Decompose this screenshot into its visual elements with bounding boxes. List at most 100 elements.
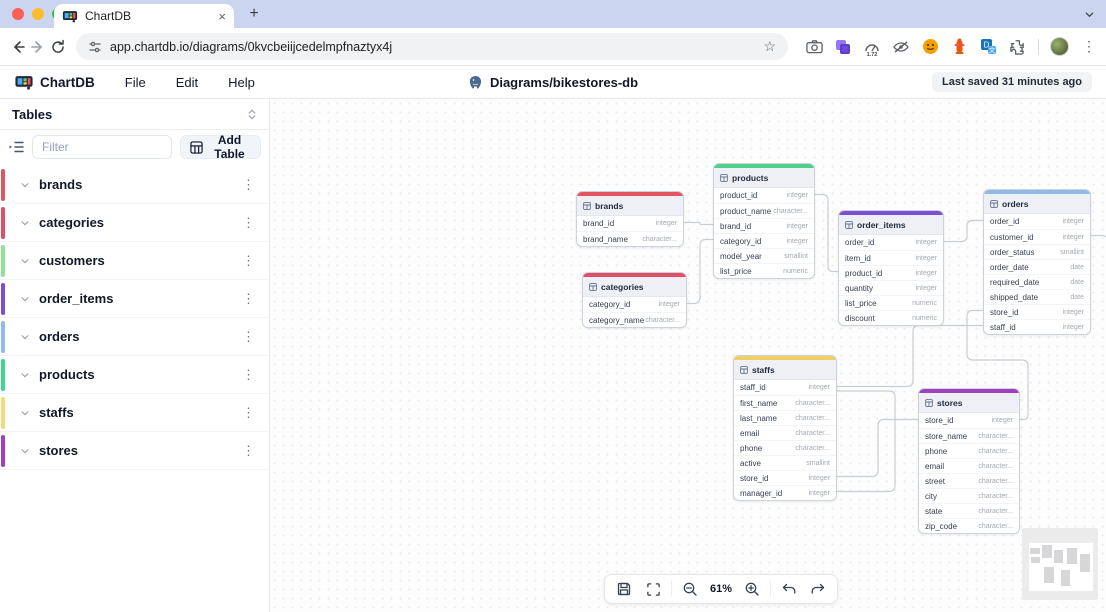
field-row[interactable]: emailcharacter... bbox=[734, 425, 836, 440]
field-row[interactable]: brand_idinteger bbox=[714, 218, 814, 233]
sidebar-item-stores[interactable]: stores⋮ bbox=[0, 432, 269, 470]
field-row[interactable]: order_idinteger bbox=[984, 214, 1090, 229]
sidebar-item-brands[interactable]: brands⋮ bbox=[0, 166, 269, 204]
diagram-title[interactable]: Diagrams/bikestores-db bbox=[468, 75, 638, 90]
chevron-down-icon[interactable] bbox=[20, 408, 30, 418]
fit-view-button[interactable] bbox=[642, 578, 664, 600]
sidebar-item-categories[interactable]: categories⋮ bbox=[0, 204, 269, 242]
field-row[interactable]: order_datedate bbox=[984, 259, 1090, 274]
field-row[interactable]: emailcharacter... bbox=[919, 458, 1019, 473]
field-row[interactable]: phonecharacter... bbox=[734, 440, 836, 455]
table-header[interactable]: staffs bbox=[734, 360, 836, 380]
field-row[interactable]: manager_idinteger bbox=[734, 485, 836, 500]
field-row[interactable]: discountnumeric bbox=[839, 310, 943, 325]
new-tab-button[interactable]: + bbox=[244, 4, 264, 24]
bookmark-star-icon[interactable]: ☆ bbox=[763, 38, 776, 55]
field-row[interactable]: list_pricenumeric bbox=[839, 295, 943, 310]
sidebar-item-staffs[interactable]: staffs⋮ bbox=[0, 394, 269, 432]
table-header[interactable]: order_items bbox=[839, 215, 943, 235]
chevron-down-icon[interactable] bbox=[20, 218, 30, 228]
browser-tab[interactable]: ChartDB × bbox=[54, 4, 234, 28]
save-button[interactable] bbox=[613, 578, 635, 600]
zoom-level[interactable]: 61% bbox=[708, 583, 734, 595]
sidebar-item-products[interactable]: products⋮ bbox=[0, 356, 269, 394]
extension-translate-icon[interactable]: D文 bbox=[978, 37, 998, 57]
field-row[interactable]: item_idinteger bbox=[839, 250, 943, 265]
table-header[interactable]: brands bbox=[577, 196, 683, 216]
chevron-down-icon[interactable] bbox=[20, 332, 30, 342]
field-row[interactable]: order_statussmallint bbox=[984, 244, 1090, 259]
table-header[interactable]: stores bbox=[919, 393, 1019, 413]
reload-button[interactable] bbox=[50, 35, 66, 59]
canvas[interactable]: brands brand_idinteger brand_namecharacter… bbox=[270, 99, 1106, 612]
field-row[interactable]: last_namecharacter... bbox=[734, 410, 836, 425]
field-row[interactable]: store_idinteger bbox=[984, 304, 1090, 319]
field-row[interactable]: statecharacter... bbox=[919, 503, 1019, 518]
field-row[interactable]: category_namecharacter... bbox=[583, 312, 686, 327]
url-text[interactable]: app.chartdb.io/diagrams/0kvcbeiijcedelmp… bbox=[110, 40, 755, 54]
table-header[interactable]: orders bbox=[984, 194, 1090, 214]
field-row[interactable]: list_pricenumeric bbox=[714, 263, 814, 278]
extension-hydrant-icon[interactable] bbox=[949, 37, 969, 57]
field-row[interactable]: required_datedate bbox=[984, 274, 1090, 289]
menu-file[interactable]: File bbox=[113, 71, 158, 94]
field-row[interactable]: store_idinteger bbox=[919, 413, 1019, 428]
forward-button[interactable] bbox=[30, 35, 46, 59]
minimap[interactable] bbox=[1022, 528, 1098, 600]
table-node-stores[interactable]: storesstore_idintegerstore_namecharacter… bbox=[918, 388, 1020, 534]
table-menu-icon[interactable]: ⋮ bbox=[238, 367, 259, 383]
table-node-products[interactable]: productsproduct_idintegerproduct_namecha… bbox=[713, 163, 815, 279]
profile-avatar[interactable] bbox=[1050, 37, 1069, 56]
field-row[interactable]: store_idinteger bbox=[734, 470, 836, 485]
table-menu-icon[interactable]: ⋮ bbox=[238, 215, 259, 231]
add-table-button[interactable]: Add Table bbox=[180, 135, 261, 159]
field-row[interactable]: store_namecharacter... bbox=[919, 428, 1019, 443]
browser-menu-icon[interactable]: ⋮ bbox=[1078, 38, 1100, 55]
menu-edit[interactable]: Edit bbox=[164, 71, 210, 94]
chevron-down-icon[interactable] bbox=[20, 256, 30, 266]
collapse-panel-icon[interactable] bbox=[247, 108, 257, 121]
field-row[interactable]: citycharacter... bbox=[919, 488, 1019, 503]
chartdb-brand[interactable]: ChartDB bbox=[14, 75, 95, 90]
tab-close-icon[interactable]: × bbox=[218, 10, 226, 23]
redo-button[interactable] bbox=[807, 578, 829, 600]
menu-help[interactable]: Help bbox=[216, 71, 267, 94]
extension-purple-stack-icon[interactable] bbox=[833, 37, 853, 57]
extensions-puzzle-icon[interactable] bbox=[1007, 37, 1027, 57]
sidebar-item-order_items[interactable]: order_items⋮ bbox=[0, 280, 269, 318]
field-row[interactable]: activesmallint bbox=[734, 455, 836, 470]
table-node-order_items[interactable]: order_itemsorder_idintegeritem_idinteger… bbox=[838, 210, 944, 326]
field-row[interactable]: product_namecharacter... bbox=[714, 203, 814, 218]
table-header[interactable]: categories bbox=[583, 277, 686, 297]
field-row[interactable]: shipped_datedate bbox=[984, 289, 1090, 304]
table-node-categories[interactable]: categoriescategory_idintegercategory_nam… bbox=[582, 272, 687, 328]
filter-input[interactable] bbox=[32, 135, 172, 159]
site-info-icon[interactable] bbox=[88, 40, 102, 54]
list-view-icon[interactable] bbox=[8, 140, 24, 154]
field-row[interactable]: phonecharacter... bbox=[919, 443, 1019, 458]
table-header[interactable]: products bbox=[714, 168, 814, 188]
table-menu-icon[interactable]: ⋮ bbox=[238, 177, 259, 193]
zoom-in-button[interactable] bbox=[741, 578, 763, 600]
extension-gauge-icon[interactable]: 1.72 bbox=[862, 37, 882, 57]
table-menu-icon[interactable]: ⋮ bbox=[238, 443, 259, 459]
table-node-brands[interactable]: brandsbrand_idintegerbrand_namecharacter… bbox=[576, 191, 684, 247]
tab-list-chevron-icon[interactable] bbox=[1080, 5, 1098, 23]
field-row[interactable]: staff_idinteger bbox=[984, 319, 1090, 334]
chevron-down-icon[interactable] bbox=[20, 294, 30, 304]
url-bar[interactable]: app.chartdb.io/diagrams/0kvcbeiijcedelmp… bbox=[76, 33, 788, 60]
back-button[interactable] bbox=[10, 35, 26, 59]
field-row[interactable]: brand_namecharacter... bbox=[577, 231, 683, 246]
field-row[interactable]: category_idinteger bbox=[714, 233, 814, 248]
undo-button[interactable] bbox=[778, 578, 800, 600]
extension-eye-off-icon[interactable] bbox=[891, 37, 911, 57]
field-row[interactable]: model_yearsmallint bbox=[714, 248, 814, 263]
field-row[interactable]: first_namecharacter... bbox=[734, 395, 836, 410]
sidebar-item-orders[interactable]: orders⋮ bbox=[0, 318, 269, 356]
table-node-orders[interactable]: ordersorder_idintegercustomer_idintegero… bbox=[983, 189, 1091, 335]
chevron-down-icon[interactable] bbox=[20, 180, 30, 190]
field-row[interactable]: staff_idinteger bbox=[734, 380, 836, 395]
extension-smiley-icon[interactable] bbox=[920, 37, 940, 57]
table-menu-icon[interactable]: ⋮ bbox=[238, 329, 259, 345]
close-window-button[interactable] bbox=[12, 8, 24, 20]
